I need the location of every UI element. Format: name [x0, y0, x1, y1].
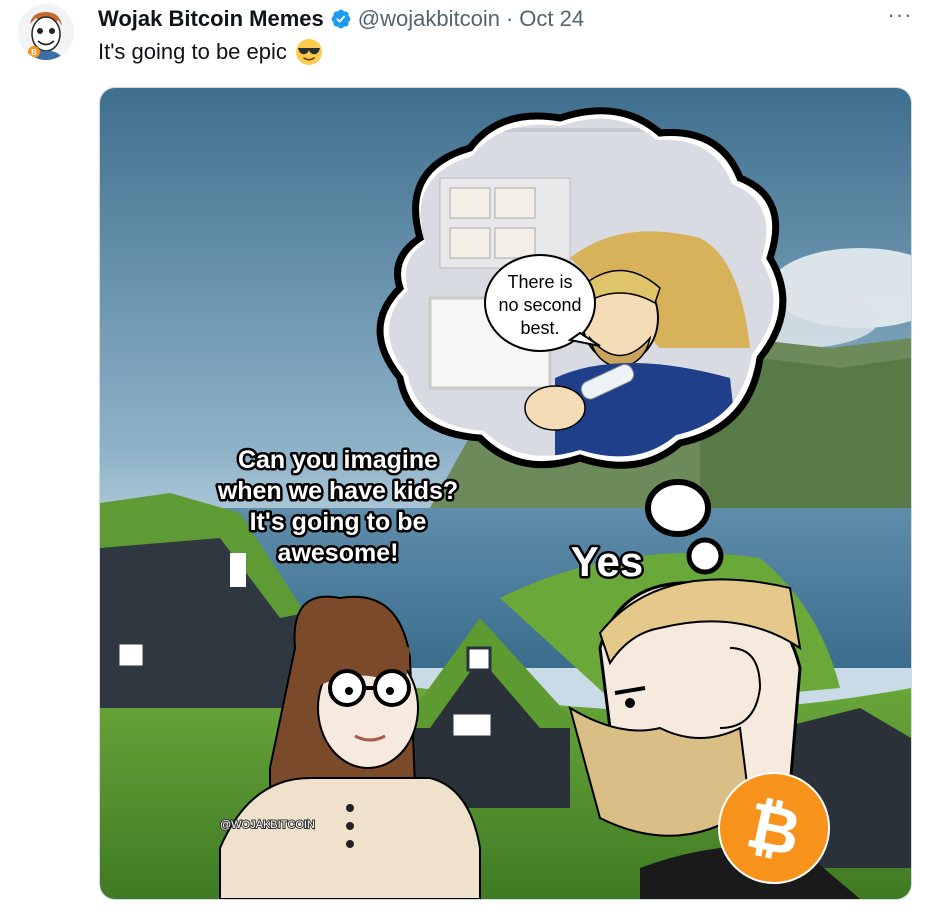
verified-badge-icon — [331, 9, 351, 29]
bitcoin-logo: ₿ — [718, 772, 830, 884]
thought-circle-medium — [645, 479, 711, 537]
guy-speech: Yes — [571, 538, 643, 585]
more-options-button[interactable]: ··· — [883, 0, 917, 30]
sunglasses-emoji-icon — [295, 39, 322, 65]
meme-illustration: There is no second best. @WOJAKBITCOIN ₿… — [100, 88, 911, 899]
wojak-avatar-icon: B — [18, 4, 74, 60]
tweet-media-image[interactable]: There is no second best. @WOJAKBITCOIN ₿… — [99, 87, 912, 900]
meme-watermark: @WOJAKBITCOIN — [220, 819, 315, 831]
thought-speech-line-3: best. — [520, 318, 559, 338]
girl-speech-line-1: Can you imagine — [238, 446, 438, 474]
tweet-header: Wojak Bitcoin Memes @wojakbitcoin · Oct … — [98, 6, 917, 32]
girl-speech-line-3: It's going to be — [250, 508, 427, 536]
tweet-date[interactable]: Oct 24 — [519, 6, 584, 32]
girl-speech-line-4: awesome! — [278, 539, 399, 567]
separator-dot: · — [505, 6, 514, 31]
author-avatar[interactable]: B — [18, 4, 74, 60]
author-handle[interactable]: @wojakbitcoin — [358, 6, 500, 32]
author-name[interactable]: Wojak Bitcoin Memes — [98, 6, 324, 32]
svg-text:B: B — [31, 48, 37, 57]
thought-circle-small — [686, 537, 724, 575]
thought-speech-line-1: There is — [507, 272, 572, 292]
tweet-body: It's going to be epic — [98, 39, 287, 64]
tweet-text: It's going to be epic — [98, 38, 323, 66]
more-options-icon: ··· — [887, 2, 913, 27]
girl-speech-line-2: when we have kids? — [217, 477, 458, 505]
thought-speech-line-2: no second — [498, 295, 581, 315]
